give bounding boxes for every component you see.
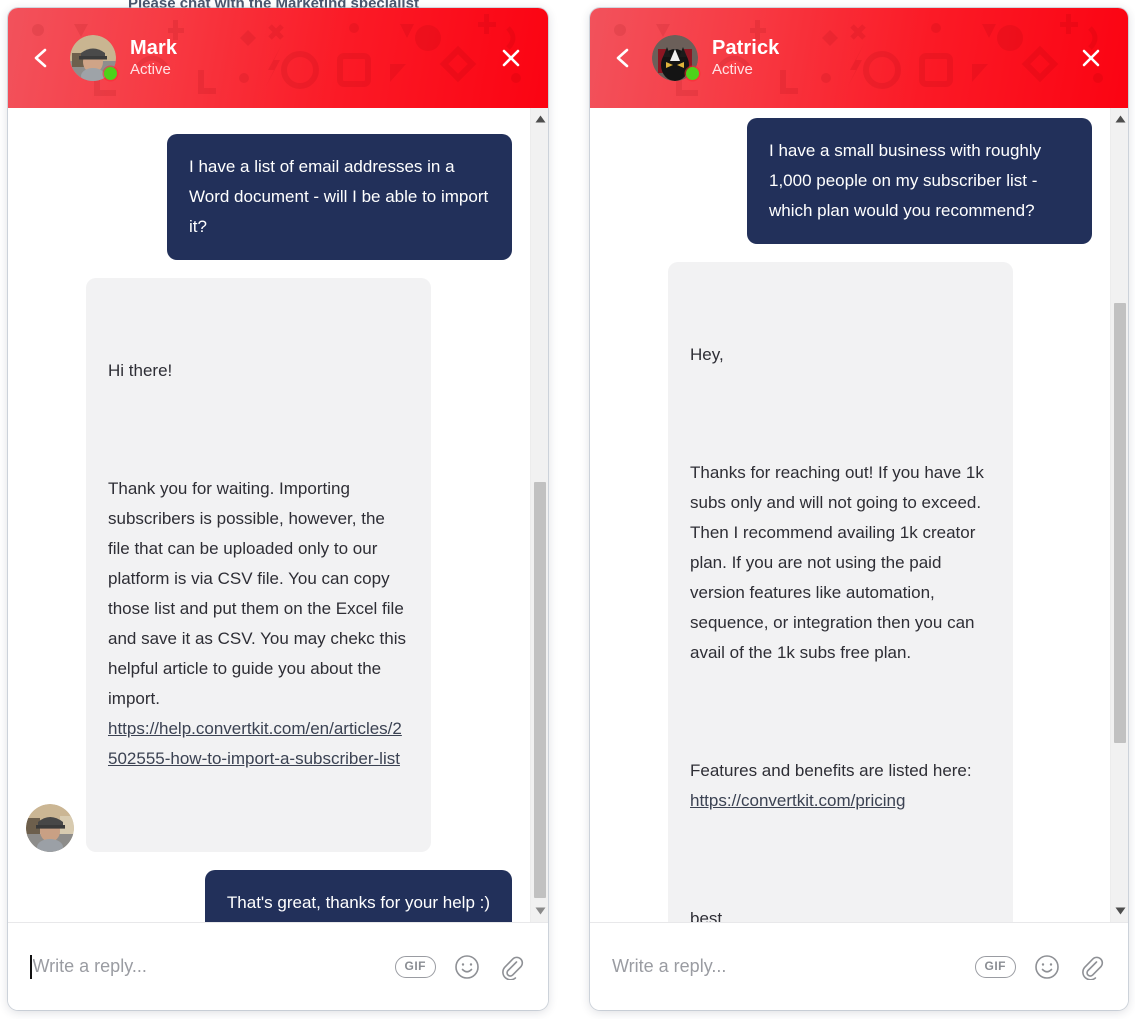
chat-header: Patrick Active — [590, 8, 1128, 108]
message-paragraph: Hi there! — [108, 361, 173, 380]
message-area: I have a small business with roughly 1,0… — [590, 108, 1128, 922]
message-composer: GIF — [590, 922, 1128, 1010]
scroll-up-arrow-icon[interactable] — [1111, 110, 1128, 128]
chat-header: Mark Active — [8, 8, 548, 108]
message-scrollbar[interactable] — [1110, 108, 1128, 922]
online-status-dot — [104, 67, 117, 80]
message-row: That's great, thanks for your help :) — [26, 870, 512, 922]
message-row: Hey, Thanks for reaching out! If you hav… — [608, 262, 1092, 922]
message-paragraph: Thanks for reaching out! If you have 1k … — [690, 463, 989, 662]
chat-panel-patrick: Patrick Active I have a small business w… — [590, 8, 1128, 1010]
incoming-message: Hey, Thanks for reaching out! If you hav… — [668, 262, 1013, 922]
message-row: I have a small business with roughly 1,0… — [608, 118, 1092, 244]
scroll-down-arrow-icon[interactable] — [1111, 902, 1128, 920]
outgoing-message: That's great, thanks for your help :) — [204, 870, 512, 922]
avatar — [70, 35, 117, 81]
contact-name: Mark — [130, 37, 178, 59]
text-cursor — [30, 954, 32, 979]
message-composer: GIF — [8, 922, 548, 1010]
attachment-icon[interactable] — [1078, 954, 1104, 980]
mark-avatar-icon — [26, 804, 74, 852]
online-status-dot — [686, 67, 699, 80]
scrollbar-thumb[interactable] — [534, 482, 546, 898]
message-list: I have a small business with roughly 1,0… — [590, 108, 1110, 922]
close-button[interactable] — [494, 41, 528, 75]
message-row: I have a list of email addresses in a Wo… — [26, 134, 512, 260]
close-button[interactable] — [1074, 41, 1108, 75]
message-paragraph: Hey, — [690, 345, 724, 364]
scroll-up-arrow-icon[interactable] — [531, 110, 548, 128]
reply-input[interactable] — [32, 956, 379, 977]
header-meta: Patrick Active — [712, 36, 779, 80]
outgoing-message: I have a small business with roughly 1,0… — [747, 118, 1092, 244]
outgoing-message: I have a list of email addresses in a Wo… — [167, 134, 512, 260]
message-paragraph: Thank you for waiting. Importing subscri… — [108, 479, 411, 768]
scroll-down-arrow-icon[interactable] — [531, 902, 548, 920]
back-button[interactable] — [606, 41, 640, 75]
emoji-icon[interactable] — [454, 954, 480, 980]
back-button[interactable] — [24, 41, 58, 75]
scrollbar-thumb[interactable] — [1114, 303, 1126, 743]
message-area: I have a list of email addresses in a Wo… — [8, 108, 548, 922]
gif-button[interactable]: GIF — [974, 955, 1016, 978]
gif-button[interactable]: GIF — [394, 955, 436, 978]
contact-name: Patrick — [712, 37, 780, 59]
emoji-icon[interactable] — [1034, 954, 1060, 980]
avatar — [652, 35, 699, 81]
contact-status: Active — [712, 61, 753, 78]
message-signoff: best, pat — [690, 909, 727, 922]
message-link[interactable]: https://help.convertkit.com/en/articles/… — [108, 719, 402, 768]
composer-actions: GIF — [394, 954, 525, 980]
attachment-icon[interactable] — [498, 954, 524, 980]
screen: Please chat with the Marketing specialis… — [0, 0, 1135, 1019]
chat-panel-mark: Mark Active I have a list of email addre… — [8, 8, 548, 1010]
message-link[interactable]: https://convertkit.com/pricing — [690, 791, 905, 810]
message-scrollbar[interactable] — [530, 108, 548, 922]
incoming-message: Hi there! Thank you for waiting. Importi… — [86, 278, 431, 852]
message-list: I have a list of email addresses in a Wo… — [8, 108, 530, 922]
message-paragraph: Features and benefits are listed here: ht… — [690, 761, 972, 810]
reply-input[interactable] — [612, 956, 959, 977]
composer-actions: GIF — [974, 954, 1105, 980]
message-row: Hi there! Thank you for waiting. Importi… — [26, 278, 512, 852]
header-meta: Mark Active — [130, 36, 177, 80]
contact-status: Active — [130, 61, 171, 78]
